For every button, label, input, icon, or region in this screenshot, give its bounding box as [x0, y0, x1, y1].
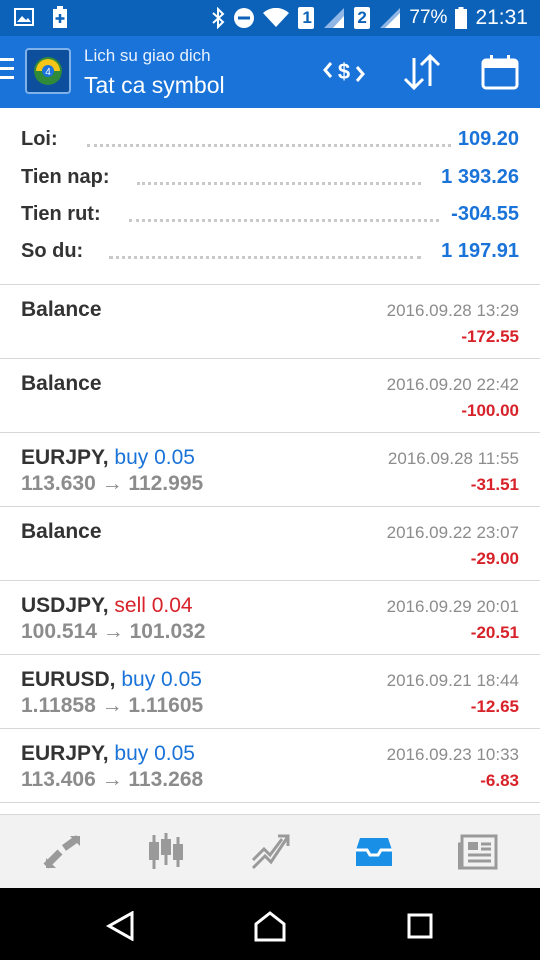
back-icon	[105, 911, 134, 941]
nav-news[interactable]	[456, 830, 500, 874]
sim1-indicator: 1	[297, 6, 315, 30]
deal-profit: -29.00	[470, 549, 519, 568]
screen-subtitle: Lich su giao dich	[84, 46, 211, 65]
deal-title: EURJPY, buy 0.05	[21, 742, 195, 766]
back-button[interactable]	[100, 906, 140, 946]
metatrader-logo-icon[interactable]: 4	[25, 48, 71, 94]
summary-label: Tien nap:	[21, 166, 116, 189]
deal-profit: -172.55	[461, 327, 519, 346]
deal-symbol: EURJPY,	[21, 742, 109, 765]
deal-time: 2016.09.20 22:42	[386, 375, 519, 394]
deal-time: 2016.09.28 13:29	[386, 301, 519, 320]
deal-profit: -20.51	[470, 623, 519, 642]
deal-time: 2016.09.23 10:33	[386, 745, 519, 764]
app-bar: 4 Lich su giao dich Tat ca symbol $	[0, 36, 540, 108]
deal-symbol: USDJPY,	[21, 594, 109, 617]
deal-row[interactable]: EURUSD, buy 0.05 1.11858 → 1.11605 2016.…	[0, 655, 540, 729]
deal-profit: -12.65	[470, 697, 519, 716]
deal-row[interactable]: USDJPY, sell 0.04 100.514 → 101.032 2016…	[0, 581, 540, 655]
recents-button[interactable]	[400, 906, 440, 946]
deal-side-volume: buy 0.05	[121, 668, 202, 691]
deal-side-volume: buy 0.05	[114, 742, 195, 765]
nav-quotes[interactable]	[40, 830, 84, 874]
deal-time: 2016.09.22 23:07	[386, 523, 519, 542]
menu-icon[interactable]	[0, 58, 14, 82]
sort-arrows-icon	[403, 54, 441, 90]
calendar-icon	[481, 55, 519, 90]
summary-value: -304.55	[445, 203, 519, 226]
signal-1-icon	[323, 7, 345, 29]
deal-row[interactable]: EURJPY, buy 0.05 113.406 → 113.268 2016.…	[0, 729, 540, 803]
calendar-period-button[interactable]	[478, 50, 522, 94]
wifi-icon	[263, 8, 290, 28]
bottom-navigation	[0, 814, 540, 889]
battery-icon	[455, 7, 468, 29]
system-navigation-bar	[0, 888, 540, 960]
symbol-filter-title[interactable]: Tat ca symbol	[84, 72, 225, 99]
deal-side-volume: buy 0.05	[114, 446, 195, 469]
deal-row[interactable]: Balance 2016.09.20 22:42 -100.00	[0, 359, 540, 433]
summary-row-balance: So du: 1 197.91	[21, 240, 519, 270]
home-icon	[254, 911, 286, 942]
do-not-disturb-icon	[233, 7, 255, 29]
gallery-notification-icon	[14, 8, 34, 26]
deal-prices: 1.11858 → 1.11605	[21, 694, 204, 717]
svg-text:$: $	[338, 59, 350, 84]
deal-prices: 113.406 → 113.268	[21, 768, 204, 791]
summary-label: So du:	[21, 240, 90, 263]
deal-prices: 100.514 → 101.032	[21, 620, 206, 643]
deal-title: EURJPY, buy 0.05	[21, 446, 195, 470]
trade-icon	[251, 834, 290, 870]
summary-value: 1 393.26	[435, 166, 519, 189]
deal-profit: -31.51	[470, 475, 519, 494]
svg-text:4: 4	[45, 67, 51, 78]
bluetooth-icon	[211, 7, 225, 29]
deal-title: USDJPY, sell 0.04	[21, 594, 193, 618]
summary-value: 1 197.91	[435, 240, 519, 263]
deal-row[interactable]: EURJPY, buy 0.05 113.630 → 112.995 2016.…	[0, 433, 540, 507]
history-icon	[356, 838, 392, 866]
summary-row-deposit: Tien nap: 1 393.26	[21, 166, 519, 196]
deal-symbol: Balance	[21, 298, 102, 321]
deal-profit: -100.00	[461, 401, 519, 420]
currency-exchange-icon: $	[323, 59, 365, 84]
summary-label: Loi:	[21, 128, 64, 151]
deal-time: 2016.09.28 11:55	[387, 449, 519, 468]
recents-icon	[407, 913, 433, 939]
quotes-icon	[43, 835, 81, 869]
sim2-indicator: 2	[353, 6, 371, 30]
deal-row[interactable]: Balance 2016.09.28 13:29 -172.55	[0, 285, 540, 359]
chart-icon	[149, 833, 183, 869]
deal-side-volume: sell 0.04	[114, 594, 193, 617]
history-summary: Loi: 109.20 Tien nap: 1 393.26 Tien rut:…	[0, 108, 540, 285]
deal-time: 2016.09.21 18:44	[386, 671, 519, 690]
deal-symbol: EURJPY,	[21, 446, 109, 469]
deal-row[interactable]: Balance 2016.09.22 23:07 -29.00	[0, 507, 540, 581]
deal-title: EURUSD, buy 0.05	[21, 668, 202, 692]
summary-value: 109.20	[451, 128, 519, 151]
deposit-withdraw-filter-button[interactable]: $	[322, 50, 366, 94]
deal-profit: -6.83	[480, 771, 519, 790]
nav-history[interactable]	[352, 830, 396, 874]
nav-chart[interactable]	[144, 830, 188, 874]
deal-symbol: Balance	[21, 520, 102, 543]
sort-button[interactable]	[400, 50, 444, 94]
deal-time: 2016.09.29 20:01	[386, 597, 519, 616]
deal-symbol: Balance	[21, 372, 102, 395]
summary-label: Tien rut:	[21, 203, 107, 226]
signal-2-icon	[379, 7, 401, 29]
summary-row-profit: Loi: 109.20	[21, 128, 519, 158]
clock: 21:31	[475, 6, 528, 29]
status-bar: 1 2 77% 21:31	[0, 0, 540, 36]
battery-plus-notification-icon	[52, 6, 68, 28]
home-button[interactable]	[250, 906, 290, 946]
deal-symbol: EURUSD,	[21, 668, 116, 691]
battery-percent: 77%	[409, 7, 448, 28]
deal-prices: 113.630 → 112.995	[21, 472, 204, 495]
nav-trade[interactable]	[248, 830, 292, 874]
news-icon	[458, 834, 498, 870]
summary-row-withdrawal: Tien rut: -304.55	[21, 203, 519, 233]
